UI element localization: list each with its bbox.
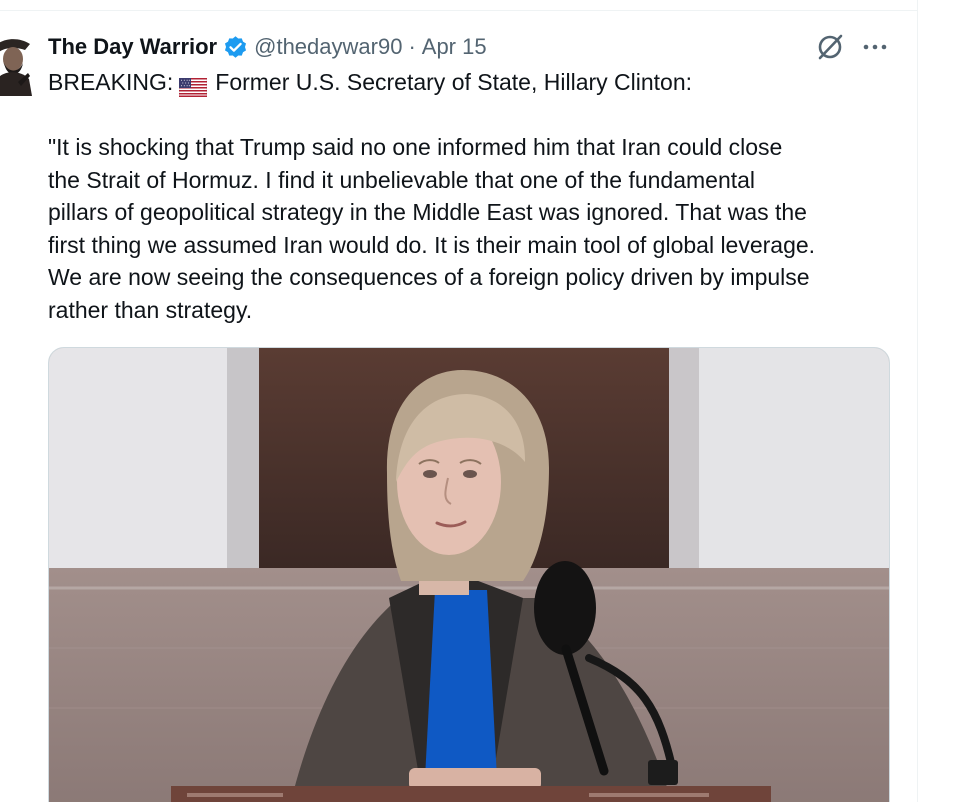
avatar-image <box>0 30 36 96</box>
more-options-icon[interactable] <box>860 36 890 58</box>
tweet-page: The Day Warrior @thedaywar90 · Apr 15 BR… <box>0 0 960 802</box>
tweet-header: The Day Warrior @thedaywar90 · Apr 15 <box>48 31 487 63</box>
more-options-svg <box>863 44 887 50</box>
verified-badge-icon <box>223 35 248 60</box>
quote-line: rather than strategy. <box>48 296 253 323</box>
us-flag-svg <box>178 77 208 97</box>
us-flag-icon <box>178 73 208 97</box>
tweet-media-image[interactable] <box>48 347 890 802</box>
breaking-label: BREAKING: <box>48 68 174 95</box>
quote-line: pillars of geopolitical strategy in the … <box>48 199 807 225</box>
top-divider <box>0 10 918 11</box>
quote-line: "It is shocking that Trump said no one i… <box>48 134 783 160</box>
grok-icon[interactable] <box>815 32 845 62</box>
quote-line: first thing we assumed Iran would do. It… <box>48 231 816 258</box>
quote-line: the Strait of Hormuz. I find it unbeliev… <box>48 166 756 193</box>
header-separator: · <box>408 34 416 59</box>
verified-badge-svg <box>225 35 247 58</box>
right-divider <box>917 0 918 802</box>
quote-line: We are now seeing the consequences of a … <box>48 264 810 290</box>
grok-icon-svg <box>818 34 843 60</box>
media-illustration <box>49 348 889 802</box>
avatar[interactable] <box>0 30 36 96</box>
lead-text: Former U.S. Secretary of State, Hillary … <box>215 68 693 95</box>
tweet-lead-line: BREAKING: Former U.S. Secretary of State… <box>48 66 908 98</box>
user-handle[interactable]: @thedaywar90 <box>254 31 402 63</box>
display-name[interactable]: The Day Warrior <box>48 31 217 63</box>
tweet-date[interactable]: Apr 15 <box>422 31 487 63</box>
tweet-body: BREAKING: Former U.S. Secretary of State… <box>48 66 908 326</box>
